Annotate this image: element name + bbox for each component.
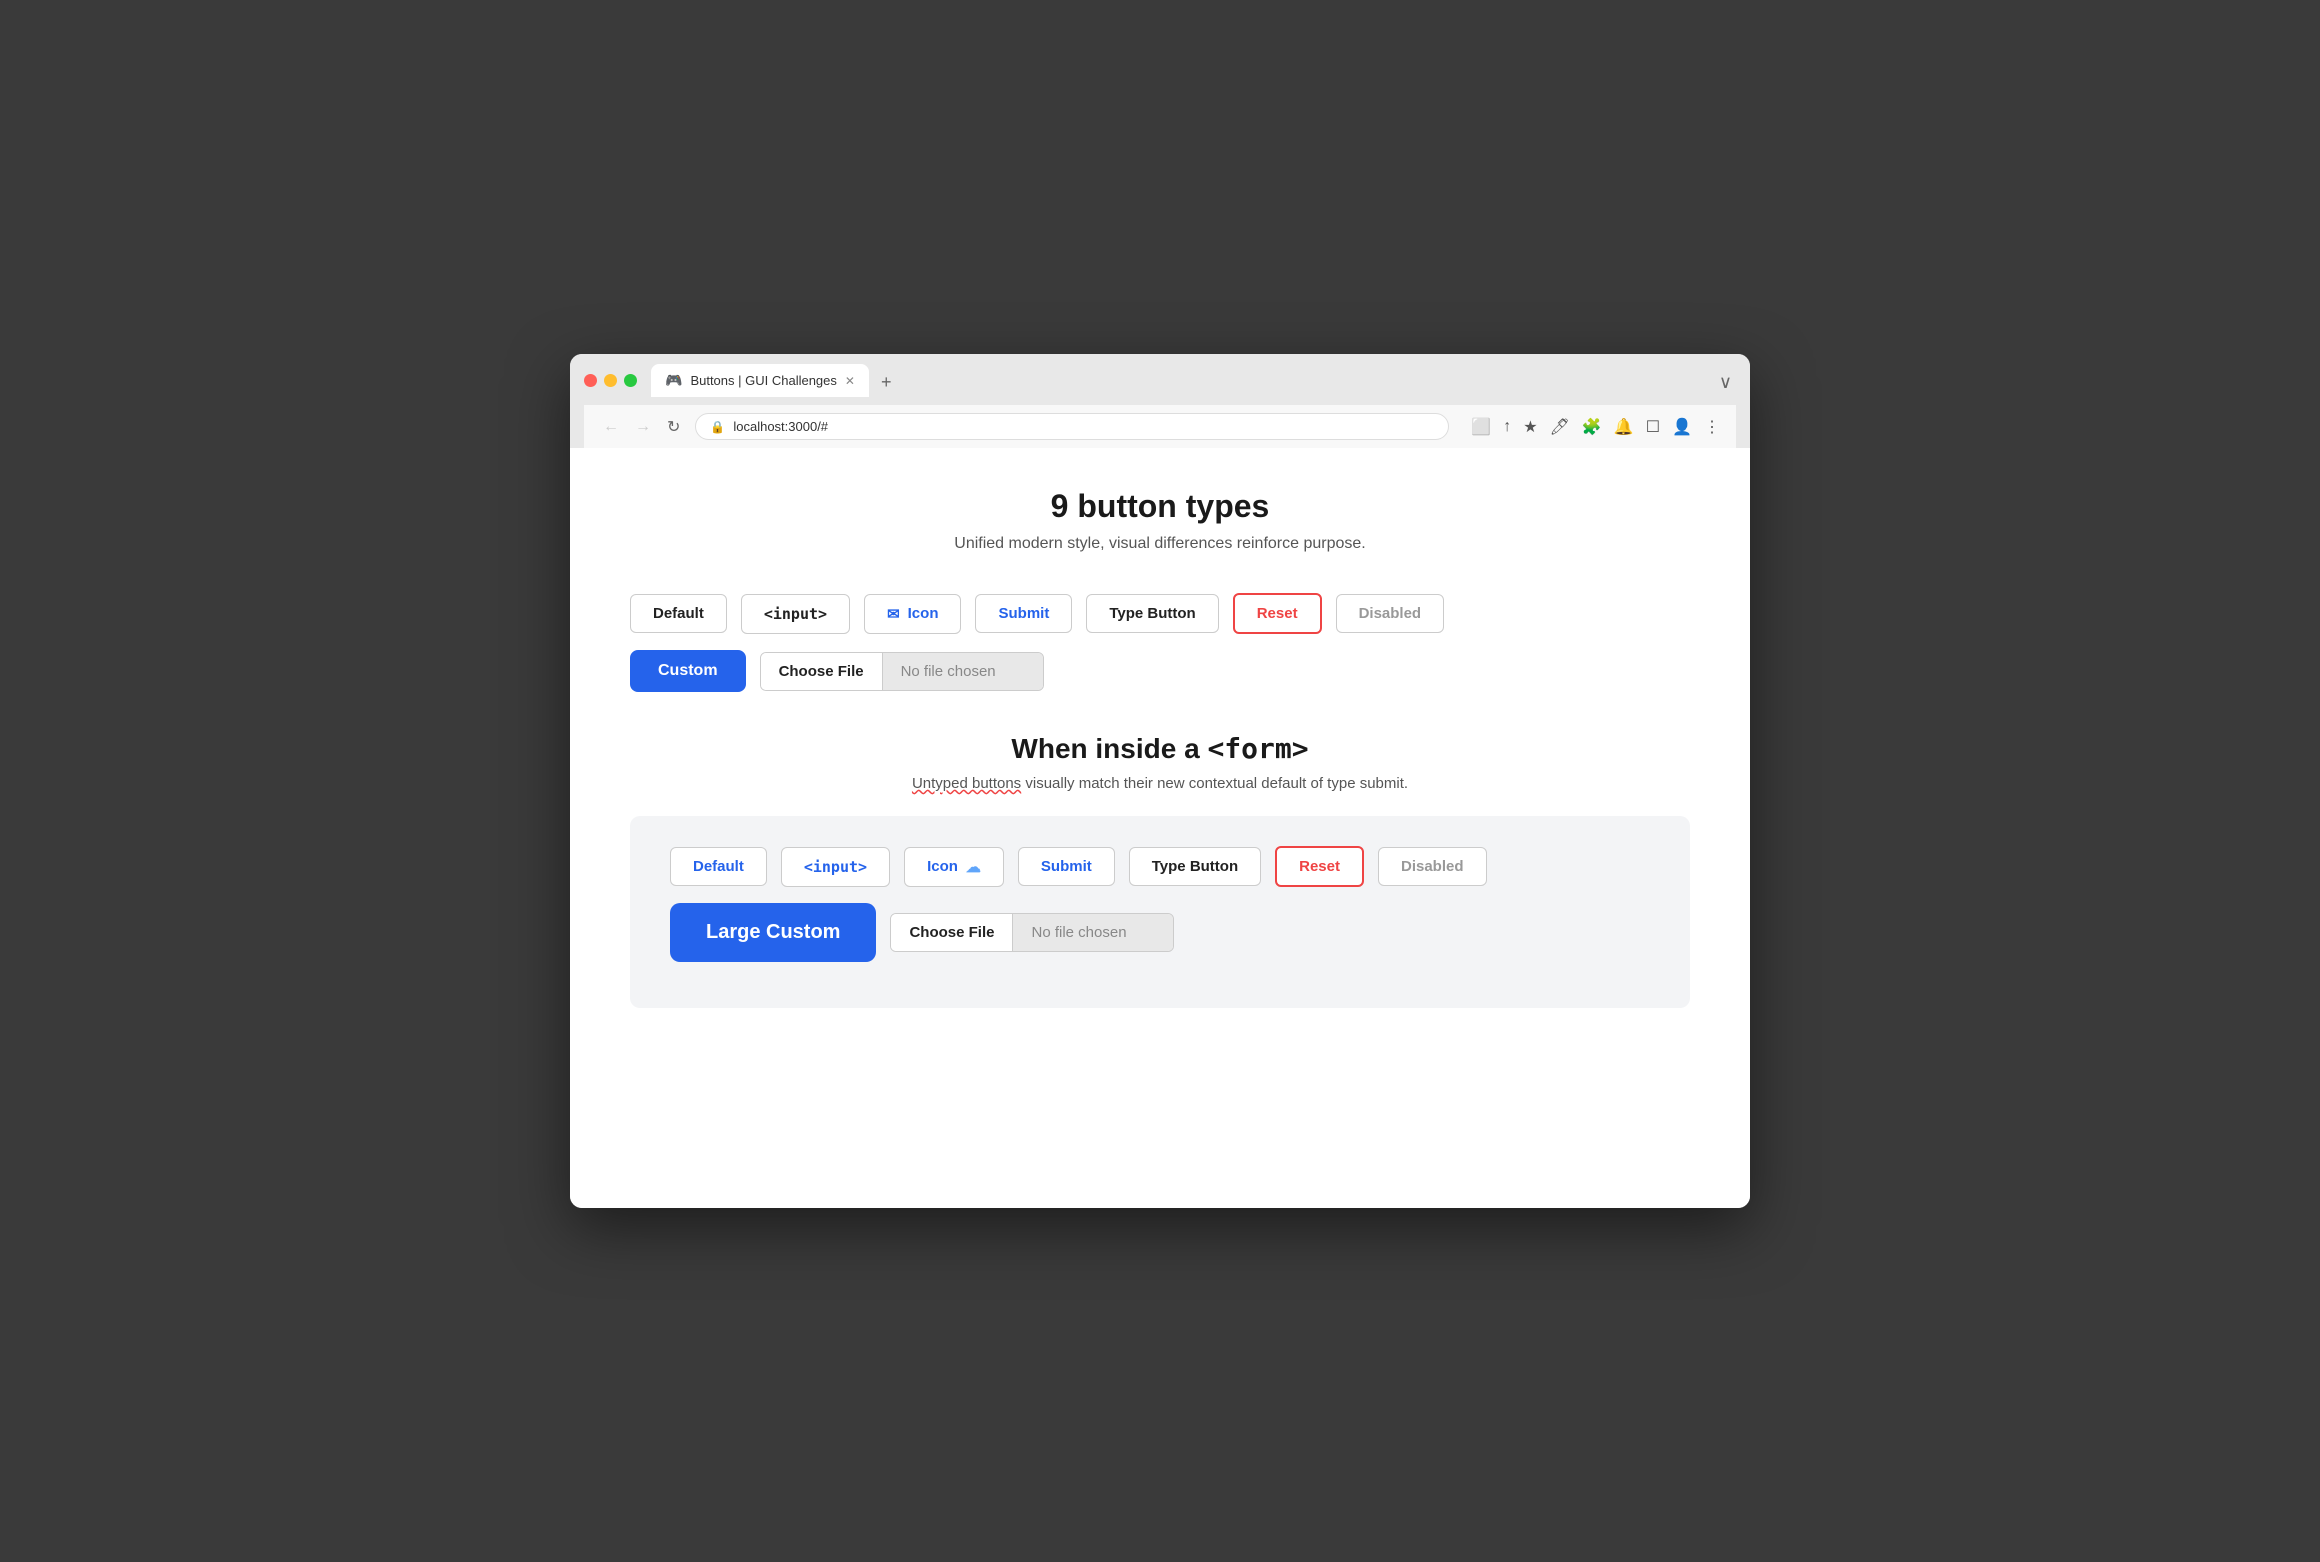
email-icon: ✉ [887,605,900,623]
file-input-wrapper[interactable]: Choose File No file chosen [760,652,1044,691]
browser-window: 🎮 Buttons | GUI Challenges ✕ + ∨ ← → ↻ 🔒… [570,354,1750,1208]
url-text: localhost:3000/# [733,419,828,434]
file-chosen-text: No file chosen [883,653,1043,690]
page-subtitle: Unified modern style, visual differences… [630,535,1690,553]
default-button[interactable]: Default [630,594,727,633]
submit-button[interactable]: Submit [975,594,1072,633]
form-default-button[interactable]: Default [670,847,767,886]
tab-label: Buttons | GUI Challenges [690,373,836,388]
browser-chrome: 🎮 Buttons | GUI Challenges ✕ + ∨ ← → ↻ 🔒… [570,354,1750,448]
disabled-button: Disabled [1336,594,1445,633]
traffic-light-red[interactable] [584,374,597,387]
tab-menu-chevron[interactable]: ∨ [1715,368,1736,397]
nav-buttons: ← → ↻ [598,415,685,439]
traffic-lights [584,374,637,387]
notification-button[interactable]: 🔔 [1612,415,1636,439]
tab-bar: 🎮 Buttons | GUI Challenges ✕ + ∨ [651,364,1736,397]
profile-button[interactable]: 👤 [1670,415,1694,439]
form-button-group-top: Default <input> Icon ☁ Submit Type Butto… [670,846,1650,887]
url-bar[interactable]: 🔒 localhost:3000/# [695,413,1449,440]
reload-button[interactable]: ↻ [662,415,685,439]
form-section-subtitle: Untyped buttons visually match their new… [630,775,1690,792]
form-reset-button[interactable]: Reset [1275,846,1364,887]
reset-button[interactable]: Reset [1233,593,1322,634]
type-button[interactable]: Type Button [1086,594,1218,633]
forward-button[interactable]: → [630,416,656,438]
edit-button[interactable]: 🖊 [1548,415,1572,439]
tab-icon: 🎮 [665,372,682,389]
open-tab-button[interactable]: ⬜ [1469,415,1493,439]
form-button-group-custom: Large Custom Choose File No file chosen [670,903,1650,962]
form-submit-button[interactable]: Submit [1018,847,1115,886]
share-button[interactable]: ↑ [1501,416,1513,438]
form-file-input-wrapper[interactable]: Choose File No file chosen [890,913,1174,952]
icon-button[interactable]: ✉ Icon [864,594,961,634]
browser-actions: ⬜ ↑ ★ 🖊 🧩 🔔 ☐ 👤 ⋮ [1469,415,1722,439]
form-type-button[interactable]: Type Button [1129,847,1261,886]
address-bar: ← → ↻ 🔒 localhost:3000/# ⬜ ↑ ★ 🖊 🧩 🔔 ☐ 👤… [584,405,1736,448]
back-button[interactable]: ← [598,416,624,438]
button-group-top: Default <input> ✉ Icon Submit Type Butto… [630,593,1690,634]
custom-button[interactable]: Custom [630,650,746,692]
form-section: Default <input> Icon ☁ Submit Type Butto… [630,816,1690,1008]
browser-tab[interactable]: 🎮 Buttons | GUI Challenges ✕ [651,364,869,397]
form-disabled-button: Disabled [1378,847,1487,886]
security-icon: 🔒 [710,420,725,434]
sidebar-button[interactable]: ☐ [1644,415,1662,439]
choose-file-button[interactable]: Choose File [761,653,883,690]
form-code-tag: <form> [1207,732,1308,765]
form-input-button[interactable]: <input> [781,847,890,887]
title-bar: 🎮 Buttons | GUI Challenges ✕ + ∨ [584,364,1736,397]
new-tab-button[interactable]: + [873,368,900,397]
large-custom-button[interactable]: Large Custom [670,903,876,962]
page-content: 9 button types Unified modern style, vis… [570,448,1750,1208]
form-icon-button[interactable]: Icon ☁ [904,847,1004,887]
page-title: 9 button types [630,488,1690,525]
bookmark-button[interactable]: ★ [1521,415,1539,439]
traffic-light-yellow[interactable] [604,374,617,387]
form-icon-label: Icon [927,858,958,875]
form-section-heading: When inside a <form> [630,732,1690,765]
extensions-button[interactable]: 🧩 [1580,415,1604,439]
icon-button-label: Icon [908,605,939,622]
form-choose-file-button[interactable]: Choose File [891,914,1013,951]
button-group-custom: Custom Choose File No file chosen [630,650,1690,692]
form-file-chosen-text: No file chosen [1013,914,1173,951]
untyped-underline: Untyped buttons [912,775,1021,792]
menu-button[interactable]: ⋮ [1702,415,1722,439]
cloud-icon: ☁ [966,858,981,876]
traffic-light-green[interactable] [624,374,637,387]
input-button[interactable]: <input> [741,594,850,634]
tab-close-button[interactable]: ✕ [845,374,855,388]
